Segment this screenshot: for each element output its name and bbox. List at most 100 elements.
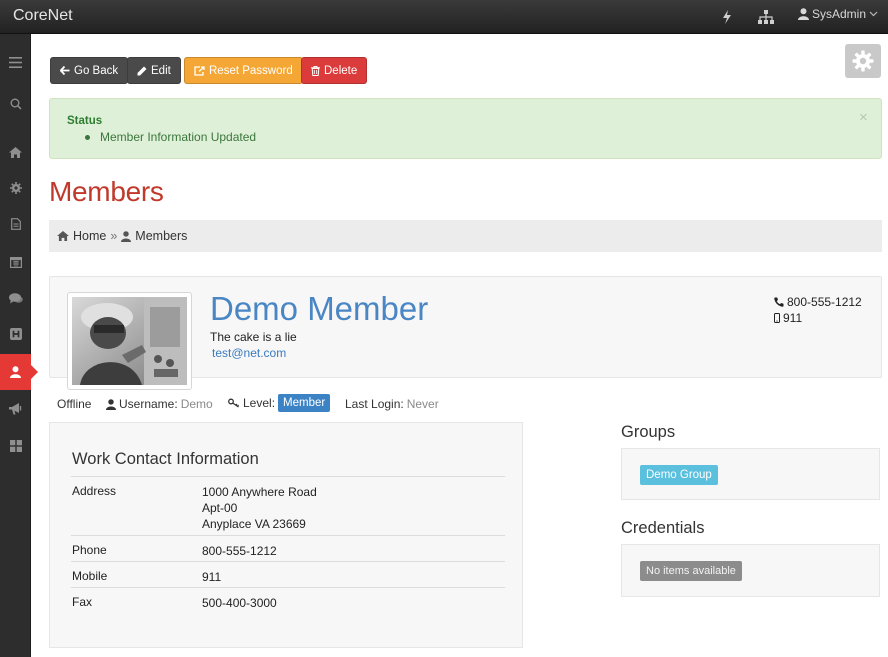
grid-icon <box>9 440 22 452</box>
group-badge[interactable]: Demo Group <box>640 465 718 485</box>
home-icon <box>9 146 22 158</box>
fax-label: Fax <box>72 595 93 609</box>
level-badge: Member <box>278 394 331 412</box>
sidebar-item-search[interactable] <box>0 86 31 122</box>
h-square-icon <box>9 328 22 340</box>
phone-label: Phone <box>72 543 107 557</box>
status-alert: Status Member Information Updated × <box>49 98 882 159</box>
page-title: Members <box>49 176 164 207</box>
fax-value: 500-400-3000 <box>202 596 277 610</box>
bullet-icon <box>85 134 90 140</box>
user-menu[interactable]: SysAdmin <box>798 7 878 21</box>
address-line-1: 1000 Anywhere Road <box>202 485 317 499</box>
member-avatar <box>67 292 192 390</box>
member-mobile-text: 911 <box>783 311 803 325</box>
bolt-icon[interactable] <box>722 10 732 24</box>
groups-panel: Demo Group <box>621 448 880 500</box>
user-menu-label: SysAdmin <box>812 7 867 21</box>
delete-label: Delete <box>324 64 358 77</box>
page-settings-button[interactable] <box>845 44 881 78</box>
chevron-down-icon <box>869 11 878 17</box>
credentials-empty-badge: No items available <box>640 561 742 581</box>
work-contact-title: Work Contact Information <box>72 450 259 468</box>
sidebar-item-messages[interactable] <box>0 280 31 316</box>
sidebar-item-dashboard[interactable] <box>0 428 31 464</box>
sidebar-item-home[interactable] <box>0 134 31 170</box>
app-brand[interactable]: CoreNet <box>13 7 73 25</box>
groups-title: Groups <box>621 423 676 441</box>
delete-button[interactable]: Delete <box>301 57 368 84</box>
settings-icon <box>9 182 22 194</box>
edit-label: Edit <box>151 64 171 77</box>
sidebar-item-members[interactable] <box>0 354 38 390</box>
trash-icon <box>311 65 320 76</box>
user-icon <box>121 230 132 242</box>
breadcrumb-current: Members <box>135 229 188 243</box>
member-email-link[interactable]: test@net.com <box>212 346 286 360</box>
share-square-icon <box>194 65 205 76</box>
go-back-button[interactable]: Go Back <box>50 57 129 84</box>
sidebar-item-calendar[interactable] <box>0 244 31 280</box>
address-line-2: Apt-00 <box>202 501 238 515</box>
online-status-text: Offline <box>57 397 92 411</box>
address-label: Address <box>72 484 117 498</box>
member-name: Demo Member <box>210 290 429 327</box>
table-row: Fax 500-400-3000 <box>71 587 505 613</box>
table-row: Address 1000 Anywhere Road Apt-00 Anypla… <box>71 476 505 535</box>
sidebar-item-announcements[interactable] <box>0 391 31 427</box>
work-contact-panel: Work Contact Information Address 1000 An… <box>49 422 523 648</box>
breadcrumb: Home » Members <box>49 220 882 252</box>
table-row: Mobile 911 <box>71 561 505 587</box>
member-phone-text: 800-555-1212 <box>787 295 862 309</box>
arrow-left-icon <box>60 66 70 75</box>
sitemap-icon[interactable] <box>758 10 774 24</box>
member-level: Level: Member <box>228 394 331 412</box>
reset-password-button[interactable]: Reset Password <box>184 57 303 84</box>
sidebar <box>0 34 38 657</box>
username-value: Demo <box>180 397 213 411</box>
credentials-panel: No items available <box>621 544 880 597</box>
document-icon <box>10 218 21 230</box>
member-phone: 800-555-1212 <box>774 295 862 309</box>
user-icon <box>798 8 809 20</box>
reset-password-label: Reset Password <box>209 64 293 77</box>
close-icon[interactable]: × <box>859 109 868 126</box>
user-icon <box>106 398 116 410</box>
menu-icon <box>9 56 22 68</box>
key-icon <box>228 398 240 408</box>
home-icon <box>57 231 69 241</box>
bullhorn-icon <box>8 403 23 415</box>
edit-button[interactable]: Edit <box>127 57 181 84</box>
member-last-login: Last Login: Never <box>345 397 439 411</box>
level-label: Level: <box>243 396 276 410</box>
alert-message-text: Member Information Updated <box>100 130 257 144</box>
alert-message: Member Information Updated <box>85 130 256 144</box>
phone-value: 800-555-1212 <box>202 544 277 558</box>
chat-icon <box>8 292 23 304</box>
sidebar-item-hospital[interactable] <box>0 316 31 352</box>
calendar-icon <box>9 256 22 268</box>
breadcrumb-home[interactable]: Home <box>73 229 106 243</box>
address-line-3: Anyplace VA 23669 <box>202 517 306 531</box>
phone-icon <box>774 297 784 307</box>
pencil-icon <box>137 66 147 76</box>
member-online-status: Offline <box>57 397 91 411</box>
breadcrumb-separator: » <box>110 229 118 243</box>
go-back-label: Go Back <box>74 64 119 77</box>
search-icon <box>10 98 22 110</box>
sidebar-item-settings[interactable] <box>0 170 31 206</box>
mobile-value: 911 <box>202 570 222 584</box>
last-login-label: Last Login: <box>345 397 404 411</box>
table-row: Phone 800-555-1212 <box>71 535 505 561</box>
gear-icon <box>852 50 874 72</box>
top-navbar: CoreNet SysAdmin <box>0 0 888 34</box>
member-mobile: 911 <box>774 311 802 325</box>
sidebar-item-documents[interactable] <box>0 206 31 242</box>
sidebar-item-menu[interactable] <box>0 44 31 80</box>
mobile-icon <box>774 313 780 323</box>
member-username: Username: Demo <box>106 397 213 411</box>
member-tagline: The cake is a lie <box>210 330 297 344</box>
username-label: Username: <box>119 397 178 411</box>
mobile-label: Mobile <box>72 569 108 583</box>
alert-title: Status <box>67 115 103 127</box>
